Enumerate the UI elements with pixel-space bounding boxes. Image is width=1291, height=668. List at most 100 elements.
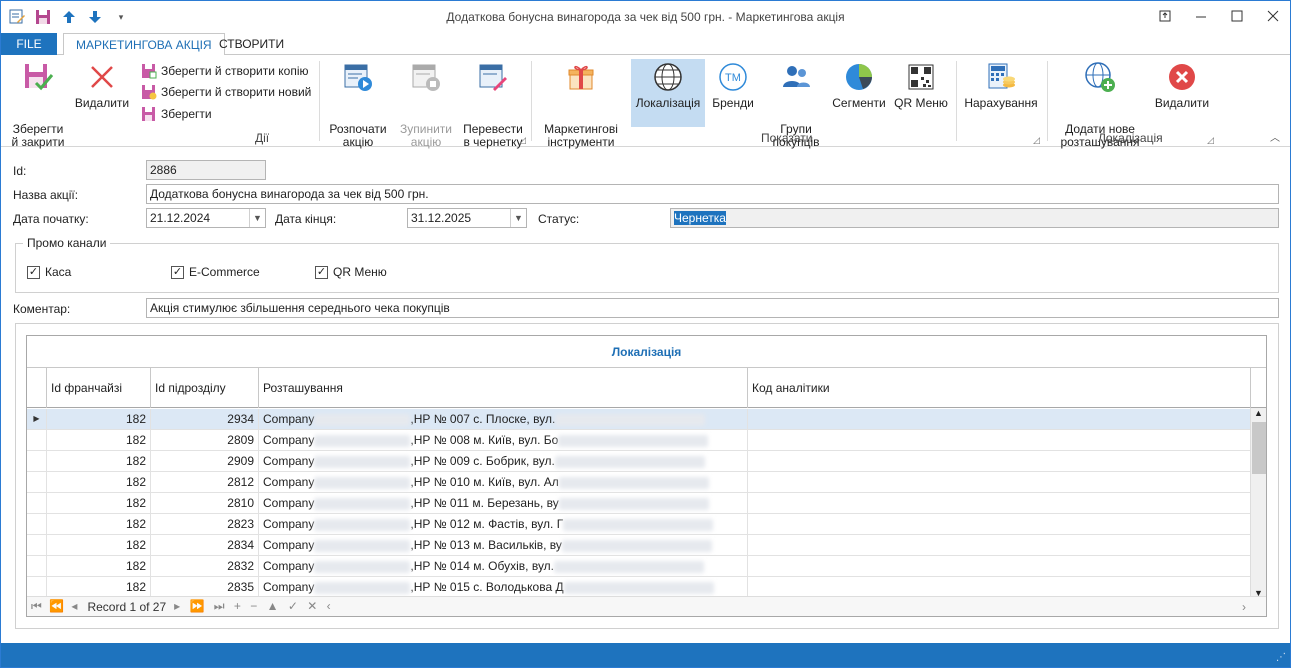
location-address: ,НР № 007 с. Плоске, вул. — [410, 412, 556, 426]
accruals-button[interactable]: Нарахування — [961, 59, 1041, 127]
table-row[interactable]: 182 2909 Company ,НР № 009 с. Бобрик, вул. — [27, 451, 1251, 472]
table-row[interactable]: 182 2835 Company ,НР № 015 с. Володькова Д — [27, 577, 1251, 598]
status-field[interactable]: Чернетка — [670, 208, 1279, 228]
cell-franchise-id[interactable]: 182 — [47, 409, 151, 430]
table-row[interactable]: ▶ 182 2934 Company ,НР № 007 с. Плоске, вул. — [27, 409, 1251, 430]
name-field[interactable]: Додаткова бонусна винагорода за чек від … — [146, 184, 1279, 204]
segments-button[interactable]: Сегменти — [829, 59, 889, 127]
qr-menu-button[interactable]: QR Меню — [893, 59, 949, 127]
channel-ecommerce-checkbox[interactable]: ✓ E-Commerce — [171, 265, 260, 279]
cell-location[interactable]: Company ,НР № 009 с. Бобрик, вул. — [259, 451, 748, 472]
cell-analytics-code[interactable] — [748, 430, 1251, 451]
cell-franchise-id[interactable]: 182 — [47, 451, 151, 472]
restore-ribbon-icon[interactable] — [1154, 5, 1176, 27]
brands-button[interactable]: TM Бренди — [709, 59, 757, 127]
cell-unit-id[interactable]: 2810 — [151, 493, 259, 514]
cell-unit-id[interactable]: 2835 — [151, 577, 259, 598]
ribbon-separator — [956, 61, 957, 141]
table-row[interactable]: 182 2832 Company ,НР № 014 м. Обухів, вул. — [27, 556, 1251, 577]
delete-location-button[interactable]: Видалити — [1151, 59, 1213, 127]
cell-analytics-code[interactable] — [748, 472, 1251, 493]
cell-location[interactable]: Company ,НР № 015 с. Володькова Д — [259, 577, 748, 598]
minimize-icon[interactable] — [1190, 5, 1212, 27]
hscroll-right-icon[interactable]: › — [1242, 600, 1246, 614]
cell-unit-id[interactable]: 2809 — [151, 430, 259, 451]
cell-franchise-id[interactable]: 182 — [47, 535, 151, 556]
close-icon[interactable] — [1262, 5, 1284, 27]
maximize-icon[interactable] — [1226, 5, 1248, 27]
nav-first-prev-icons[interactable]: ⏮ ⏪ ◂ — [31, 599, 79, 614]
tab-file[interactable]: FILE — [1, 33, 57, 55]
cell-analytics-code[interactable] — [748, 493, 1251, 514]
cell-location[interactable]: Company ,НР № 011 м. Березань, ву — [259, 493, 748, 514]
to-draft-button[interactable]: Перевести в чернетку — [459, 59, 527, 149]
cell-analytics-code[interactable] — [748, 556, 1251, 577]
cell-location[interactable]: Company ,НР № 007 с. Плоске, вул. — [259, 409, 748, 430]
cell-franchise-id[interactable]: 182 — [47, 493, 151, 514]
cell-location[interactable]: Company ,НР № 012 м. Фастів, вул. Г — [259, 514, 748, 535]
nav-next-last-icons[interactable]: ▸ ⏩ ⏭ + − ▲ ✓ ✕ ‹ — [174, 599, 333, 614]
column-header-unit[interactable]: Id підрозділу — [151, 368, 259, 408]
vertical-scrollbar[interactable]: ▲ ▼ — [1250, 408, 1266, 598]
cell-unit-id[interactable]: 2832 — [151, 556, 259, 577]
cell-location[interactable]: Company ,НР № 008 м. Київ, вул. Бо — [259, 430, 748, 451]
end-date-field[interactable]: 31.12.2025 ▼ — [407, 208, 527, 228]
cell-franchise-id[interactable]: 182 — [47, 556, 151, 577]
cell-unit-id[interactable]: 2934 — [151, 409, 259, 430]
save-button[interactable]: Зберегти — [141, 104, 212, 124]
save-close-button[interactable]: Зберегти й закрити — [5, 59, 71, 149]
cell-unit-id[interactable]: 2812 — [151, 472, 259, 493]
start-date-field[interactable]: 21.12.2024 ▼ — [146, 208, 266, 228]
cell-analytics-code[interactable] — [748, 535, 1251, 556]
marketing-tools-button[interactable]: Маркетингові інструменти — [539, 59, 623, 149]
chevron-down-icon[interactable]: ▼ — [249, 209, 265, 227]
ribbon-separator — [319, 61, 320, 141]
cell-analytics-code[interactable] — [748, 514, 1251, 535]
save-new-button[interactable]: Зберегти й створити новий — [141, 82, 311, 102]
save-copy-button[interactable]: Зберегти й створити копію — [141, 61, 309, 81]
save-copy-icon — [142, 64, 157, 79]
cell-unit-id[interactable]: 2834 — [151, 535, 259, 556]
tab-create[interactable]: СТВОРИТИ — [207, 33, 296, 55]
column-header-franchise[interactable]: Id франчайзі — [47, 368, 151, 408]
cell-unit-id[interactable]: 2909 — [151, 451, 259, 472]
stop-action-button[interactable]: Зупинити акцію — [395, 59, 457, 149]
name-label: Назва акції: — [13, 188, 79, 202]
scroll-up-icon[interactable]: ▲ — [1254, 408, 1263, 418]
cell-analytics-code[interactable] — [748, 577, 1251, 598]
chevron-down-icon[interactable]: ▼ — [510, 209, 526, 227]
cell-franchise-id[interactable]: 182 — [47, 430, 151, 451]
comment-field[interactable]: Акція стимулює збільшення середнього чек… — [146, 298, 1279, 318]
tab-marketing-action[interactable]: МАРКЕТИНГОВА АКЦІЯ — [63, 33, 225, 56]
scroll-thumb[interactable] — [1252, 422, 1266, 474]
group-localization-launcher-icon[interactable]: ◿ — [1207, 135, 1214, 146]
cell-analytics-code[interactable] — [748, 409, 1251, 430]
cell-franchise-id[interactable]: 182 — [47, 514, 151, 535]
column-header-location[interactable]: Розташування — [259, 368, 748, 408]
channel-cash-checkbox[interactable]: ✓ Каса — [27, 265, 71, 279]
table-row[interactable]: 182 2812 Company ,НР № 010 м. Київ, вул. Ал — [27, 472, 1251, 493]
group-show-launcher-icon[interactable]: ◿ — [1033, 135, 1040, 146]
localization-button[interactable]: Локалізація — [631, 59, 705, 127]
channel-qr-menu-checkbox[interactable]: ✓ QR Меню — [315, 265, 387, 279]
cell-franchise-id[interactable]: 182 — [47, 472, 151, 493]
cell-analytics-code[interactable] — [748, 451, 1251, 472]
table-row[interactable]: 182 2810 Company ,НР № 011 м. Березань, ву — [27, 493, 1251, 514]
cell-franchise-id[interactable]: 182 — [47, 577, 151, 598]
cell-location[interactable]: Company ,НР № 013 м. Васильків, ву — [259, 535, 748, 556]
group-actions-launcher-icon[interactable]: ◿ — [519, 135, 526, 146]
column-header-analytics[interactable]: Код аналітики — [748, 368, 1251, 408]
table-row[interactable]: 182 2809 Company ,НР № 008 м. Київ, вул. Бо — [27, 430, 1251, 451]
resize-grip-icon[interactable]: ⋰ — [1276, 652, 1286, 663]
cell-location[interactable]: Company ,НР № 014 м. Обухів, вул. — [259, 556, 748, 577]
id-field[interactable]: 2886 — [146, 160, 266, 180]
add-location-button[interactable]: Додати нове розташування — [1055, 59, 1145, 149]
table-row[interactable]: 182 2834 Company ,НР № 013 м. Васильків, ву — [27, 535, 1251, 556]
start-action-button[interactable]: Розпочати акцію — [325, 59, 391, 149]
table-row[interactable]: 182 2823 Company ,НР № 012 м. Фастів, вул. … — [27, 514, 1251, 535]
purchase-groups-button[interactable]: Групи покупців — [767, 59, 825, 149]
cell-unit-id[interactable]: 2823 — [151, 514, 259, 535]
cell-location[interactable]: Company ,НР № 010 м. Київ, вул. Ал — [259, 472, 748, 493]
collapse-ribbon-icon[interactable]: ︿ — [1270, 129, 1280, 144]
delete-button[interactable]: Видалити — [73, 59, 131, 127]
